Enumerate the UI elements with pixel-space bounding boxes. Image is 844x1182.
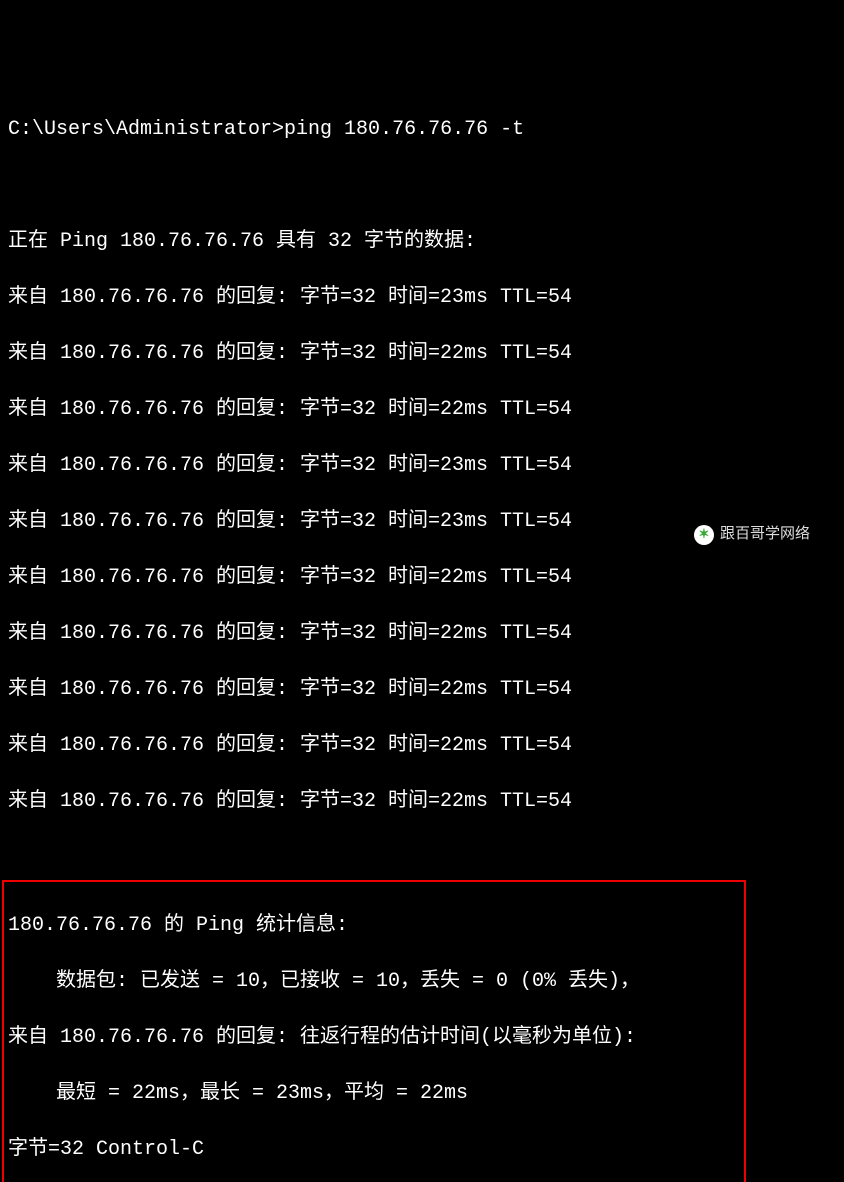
stats-rtt: 最短 = 22ms，最长 = 23ms，平均 = 22ms xyxy=(8,1080,740,1108)
reply-line: 来自 180.76.76.76 的回复: 字节=32 时间=22ms TTL=5… xyxy=(8,732,836,760)
reply-line: 来自 180.76.76.76 的回复: 字节=32 时间=23ms TTL=5… xyxy=(8,284,836,312)
pinging-line: 正在 Ping 180.76.76.76 具有 32 字节的数据: xyxy=(8,228,836,256)
reply-line: 来自 180.76.76.76 的回复: 字节=32 时间=22ms TTL=5… xyxy=(8,676,836,704)
reply-line: 来自 180.76.76.76 的回复: 字节=32 时间=22ms TTL=5… xyxy=(8,620,836,648)
stats-packets: 数据包: 已发送 = 10，已接收 = 10，丢失 = 0 (0% 丢失)， xyxy=(8,968,740,996)
watermark-badge: ✶ 跟百哥学网络 xyxy=(684,517,820,553)
reply-line: 来自 180.76.76.76 的回复: 字节=32 时间=22ms TTL=5… xyxy=(8,396,836,424)
command-line: C:\Users\Administrator>ping 180.76.76.76… xyxy=(8,116,836,144)
command-text: ping 180.76.76.76 -t xyxy=(284,118,524,141)
stats-reply-rtt: 来自 180.76.76.76 的回复: 往返行程的估计时间(以毫秒为单位): xyxy=(8,1024,740,1052)
stats-box: 180.76.76.76 的 Ping 统计信息: 数据包: 已发送 = 10，… xyxy=(2,880,746,1182)
stats-header: 180.76.76.76 的 Ping 统计信息: xyxy=(8,912,740,940)
reply-line: 来自 180.76.76.76 的回复: 字节=32 时间=22ms TTL=5… xyxy=(8,564,836,592)
reply-line: 来自 180.76.76.76 的回复: 字节=32 时间=22ms TTL=5… xyxy=(8,788,836,816)
watermark-text: 跟百哥学网络 xyxy=(720,521,810,549)
stats-break: 字节=32 Control-C xyxy=(8,1136,740,1164)
reply-line: 来自 180.76.76.76 的回复: 字节=32 时间=23ms TTL=5… xyxy=(8,452,836,480)
blank-line xyxy=(8,172,836,200)
wechat-icon: ✶ xyxy=(694,525,714,545)
reply-line: 来自 180.76.76.76 的回复: 字节=32 时间=22ms TTL=5… xyxy=(8,340,836,368)
prompt-text: C:\Users\Administrator> xyxy=(8,118,284,141)
